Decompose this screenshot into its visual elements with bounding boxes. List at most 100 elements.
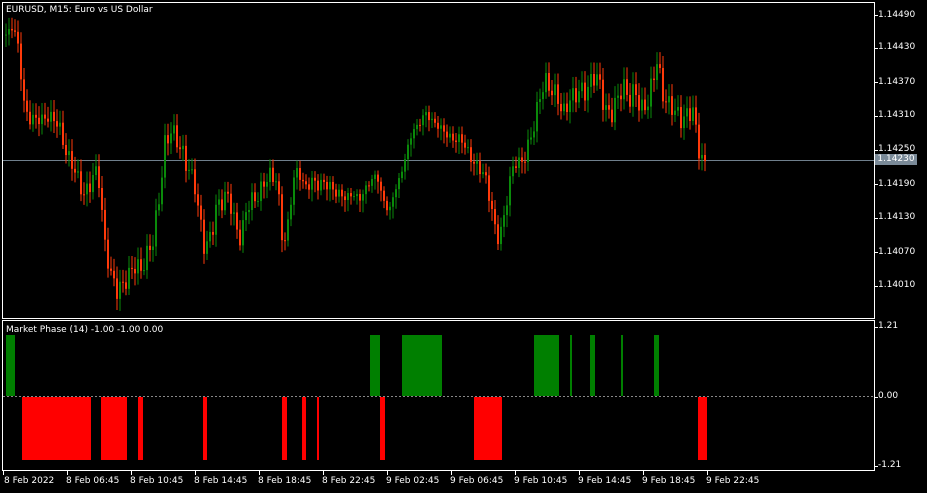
- candle-bull: [215, 204, 217, 235]
- candle-bull: [143, 270, 145, 272]
- candle-bull: [191, 169, 193, 171]
- candle-bear: [491, 200, 493, 210]
- candle-bull: [188, 169, 190, 171]
- candle-bull: [503, 215, 505, 227]
- candle-bear: [308, 184, 310, 190]
- candle-bull: [545, 73, 547, 93]
- candle-bull: [554, 84, 556, 96]
- time-label: 8 Feb 14:45: [194, 476, 248, 486]
- phase-bar-up: [534, 335, 559, 396]
- candle-bull: [569, 100, 571, 113]
- candle-bear: [473, 161, 475, 164]
- candle-bull: [506, 205, 508, 216]
- candle-bear: [560, 103, 562, 112]
- candle-bull: [632, 84, 634, 107]
- candle-bear: [497, 224, 499, 245]
- candle-bull: [275, 181, 277, 183]
- candle-bear: [254, 192, 256, 202]
- candle-bull: [542, 92, 544, 100]
- candle-bull: [692, 107, 694, 121]
- candle-bull: [365, 185, 367, 195]
- candle-bear: [185, 145, 187, 171]
- candle-bear: [551, 90, 553, 96]
- time-label: 8 Feb 22:45: [322, 476, 376, 486]
- candle-bear: [83, 194, 85, 196]
- candle-bull: [410, 138, 412, 145]
- phase-bar-down: [138, 397, 143, 460]
- candle-bull: [425, 112, 427, 116]
- candle-bull: [581, 82, 583, 92]
- candle-bear: [494, 209, 496, 225]
- candle-bear: [179, 147, 181, 150]
- price-label: 1.14430: [878, 42, 916, 52]
- candle-bear: [386, 200, 388, 211]
- candle-bear: [428, 112, 430, 121]
- candle-bull: [617, 95, 619, 98]
- candle-bull: [170, 133, 172, 144]
- candle-bull: [509, 176, 511, 206]
- phase-bar-down: [317, 397, 319, 460]
- candle-bull: [92, 175, 94, 193]
- candle-bear: [332, 181, 334, 190]
- current-price-tag: 1.14230: [875, 154, 917, 165]
- candle-bear: [272, 167, 274, 182]
- candle-bull: [476, 161, 478, 164]
- candle-bear: [53, 111, 55, 122]
- candle-bear: [317, 180, 319, 191]
- candle-bull: [119, 281, 121, 299]
- candle-bear: [167, 135, 169, 144]
- candle-bear: [479, 161, 481, 175]
- candle-bear: [698, 124, 700, 159]
- phase-bar-up: [402, 335, 442, 396]
- candle-bear: [122, 281, 124, 283]
- candle-bull: [398, 178, 400, 190]
- candle-bear: [314, 177, 316, 181]
- candle-bear: [524, 161, 526, 163]
- candle-bull: [416, 124, 418, 130]
- candle-bull: [650, 78, 652, 107]
- candle-bull: [269, 167, 271, 183]
- candle-bear: [227, 191, 229, 194]
- candle-bear: [695, 107, 697, 125]
- candle-bear: [47, 118, 49, 122]
- candle-bull: [686, 108, 688, 117]
- candle-bear: [461, 134, 463, 143]
- candle-bear: [629, 94, 631, 107]
- candle-bull: [128, 267, 130, 289]
- price-candles: [5, 17, 706, 311]
- candle-bull: [182, 145, 184, 150]
- candle-bear: [662, 68, 664, 102]
- candle-bear: [350, 193, 352, 197]
- candle-bull: [512, 166, 514, 177]
- candle-bull: [392, 197, 394, 207]
- candle-bear: [599, 74, 601, 80]
- candle-bull: [539, 99, 541, 103]
- candle-bear: [176, 125, 178, 148]
- candle-bull: [146, 245, 148, 271]
- time-label: 8 Feb 2022: [4, 476, 55, 486]
- candle-bear: [380, 181, 382, 191]
- candle-bear: [20, 43, 22, 80]
- candle-bear: [434, 118, 436, 123]
- candle-bear: [26, 100, 28, 112]
- phase-bar-up: [621, 335, 623, 396]
- time-label: 9 Feb 14:45: [578, 476, 632, 486]
- candle-bull: [329, 181, 331, 190]
- candle-bear: [62, 122, 64, 145]
- candle-bear: [383, 190, 385, 201]
- candle-bear: [299, 168, 301, 180]
- candle-bear: [74, 168, 76, 173]
- candle-bull: [257, 201, 259, 203]
- candle-bull: [407, 144, 409, 160]
- candle-bull: [527, 139, 529, 162]
- phase-bar-up: [570, 335, 572, 396]
- price-label: 1.14070: [878, 247, 916, 257]
- price-label: 1.14130: [878, 212, 916, 222]
- candle-bull: [287, 219, 289, 241]
- indicator-title: Market Phase (14) -1.00 -1.00 0.00: [6, 325, 164, 335]
- candle-bull: [431, 118, 433, 121]
- market-phase-histogram: [6, 335, 707, 460]
- chart-canvas[interactable]: [0, 0, 927, 493]
- candle-bear: [134, 268, 136, 274]
- candle-bear: [593, 74, 595, 86]
